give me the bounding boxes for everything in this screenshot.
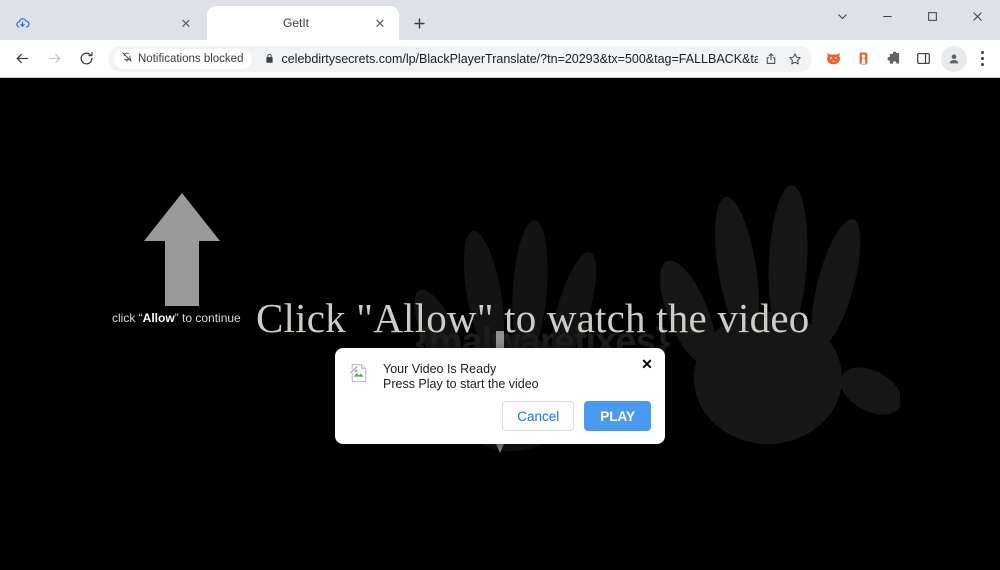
dialog-text-block: Your Video Is Ready Press Play to start … bbox=[383, 362, 539, 392]
maximize-button[interactable] bbox=[910, 0, 955, 32]
page-headline: Click "Allow" to watch the video bbox=[256, 295, 810, 341]
tab-close-button[interactable]: ✕ bbox=[371, 14, 389, 32]
page-viewport: {malwarefixes} click “Allow” to continue… bbox=[0, 78, 1000, 570]
caption-prefix: click “ bbox=[112, 311, 143, 325]
allow-instruction-caption: click “Allow” to continue bbox=[112, 311, 241, 325]
video-ready-dialog: ✕ Your Video Is Ready Press Play to star… bbox=[335, 348, 665, 444]
browser-window: ✕ GetIt ✕ Notifications blocked celebdir… bbox=[0, 0, 1000, 570]
menu-dot bbox=[980, 51, 984, 54]
up-arrow-graphic bbox=[142, 191, 222, 308]
caption-allow-word: Allow bbox=[142, 311, 175, 325]
address-bar[interactable]: Notifications blocked celebdirtysecrets.… bbox=[108, 45, 812, 72]
cloud-download-icon bbox=[14, 15, 30, 31]
dialog-close-button[interactable]: ✕ bbox=[639, 356, 655, 372]
site-security-lock-icon[interactable] bbox=[264, 53, 275, 64]
minimize-button[interactable] bbox=[865, 0, 910, 32]
notifications-blocked-label: Notifications blocked bbox=[138, 52, 244, 65]
bell-slash-icon bbox=[121, 51, 133, 66]
notifications-blocked-chip[interactable]: Notifications blocked bbox=[114, 48, 253, 69]
menu-dot bbox=[980, 57, 984, 60]
tab-search-button[interactable] bbox=[820, 0, 865, 32]
cancel-button[interactable]: Cancel bbox=[502, 401, 575, 431]
reload-button[interactable] bbox=[71, 44, 101, 74]
caption-suffix: ” to continue bbox=[174, 311, 241, 325]
dialog-body: Your Video Is Ready Press Play to start … bbox=[349, 362, 651, 392]
broken-image-icon bbox=[349, 363, 369, 383]
tab-strip: ✕ GetIt ✕ bbox=[0, 0, 1000, 40]
url-text: celebdirtysecrets.com/lp/BlackPlayerTran… bbox=[281, 51, 758, 66]
tab-title: GetIt bbox=[282, 16, 309, 30]
back-button[interactable] bbox=[7, 44, 37, 74]
dialog-subtitle: Press Play to start the video bbox=[383, 377, 539, 391]
dialog-actions: Cancel PLAY bbox=[502, 401, 651, 431]
dialog-title: Your Video Is Ready bbox=[383, 362, 497, 376]
forward-button[interactable] bbox=[39, 44, 69, 74]
play-button[interactable]: PLAY bbox=[584, 401, 651, 431]
tab-close-button[interactable]: ✕ bbox=[177, 14, 195, 32]
share-icon[interactable] bbox=[760, 48, 782, 70]
omnibox-actions bbox=[758, 48, 806, 70]
profile-avatar-icon[interactable] bbox=[941, 45, 967, 72]
new-tab-button[interactable] bbox=[405, 9, 433, 37]
star-icon[interactable] bbox=[784, 48, 806, 70]
fox-extension-icon[interactable] bbox=[819, 45, 847, 73]
close-window-button[interactable] bbox=[955, 0, 1000, 32]
menu-dot bbox=[980, 63, 984, 66]
browser-tab-getit[interactable]: GetIt ✕ bbox=[207, 6, 399, 40]
puzzle-extensions-icon[interactable] bbox=[879, 45, 907, 73]
side-panel-icon[interactable] bbox=[909, 45, 937, 73]
browser-tab-downloads[interactable]: ✕ bbox=[0, 6, 205, 40]
three-dot-menu-icon[interactable] bbox=[970, 45, 994, 73]
browser-toolbar: Notifications blocked celebdirtysecrets.… bbox=[0, 40, 1000, 78]
lock-extension-icon[interactable] bbox=[849, 45, 877, 73]
window-controls bbox=[820, 0, 1000, 32]
